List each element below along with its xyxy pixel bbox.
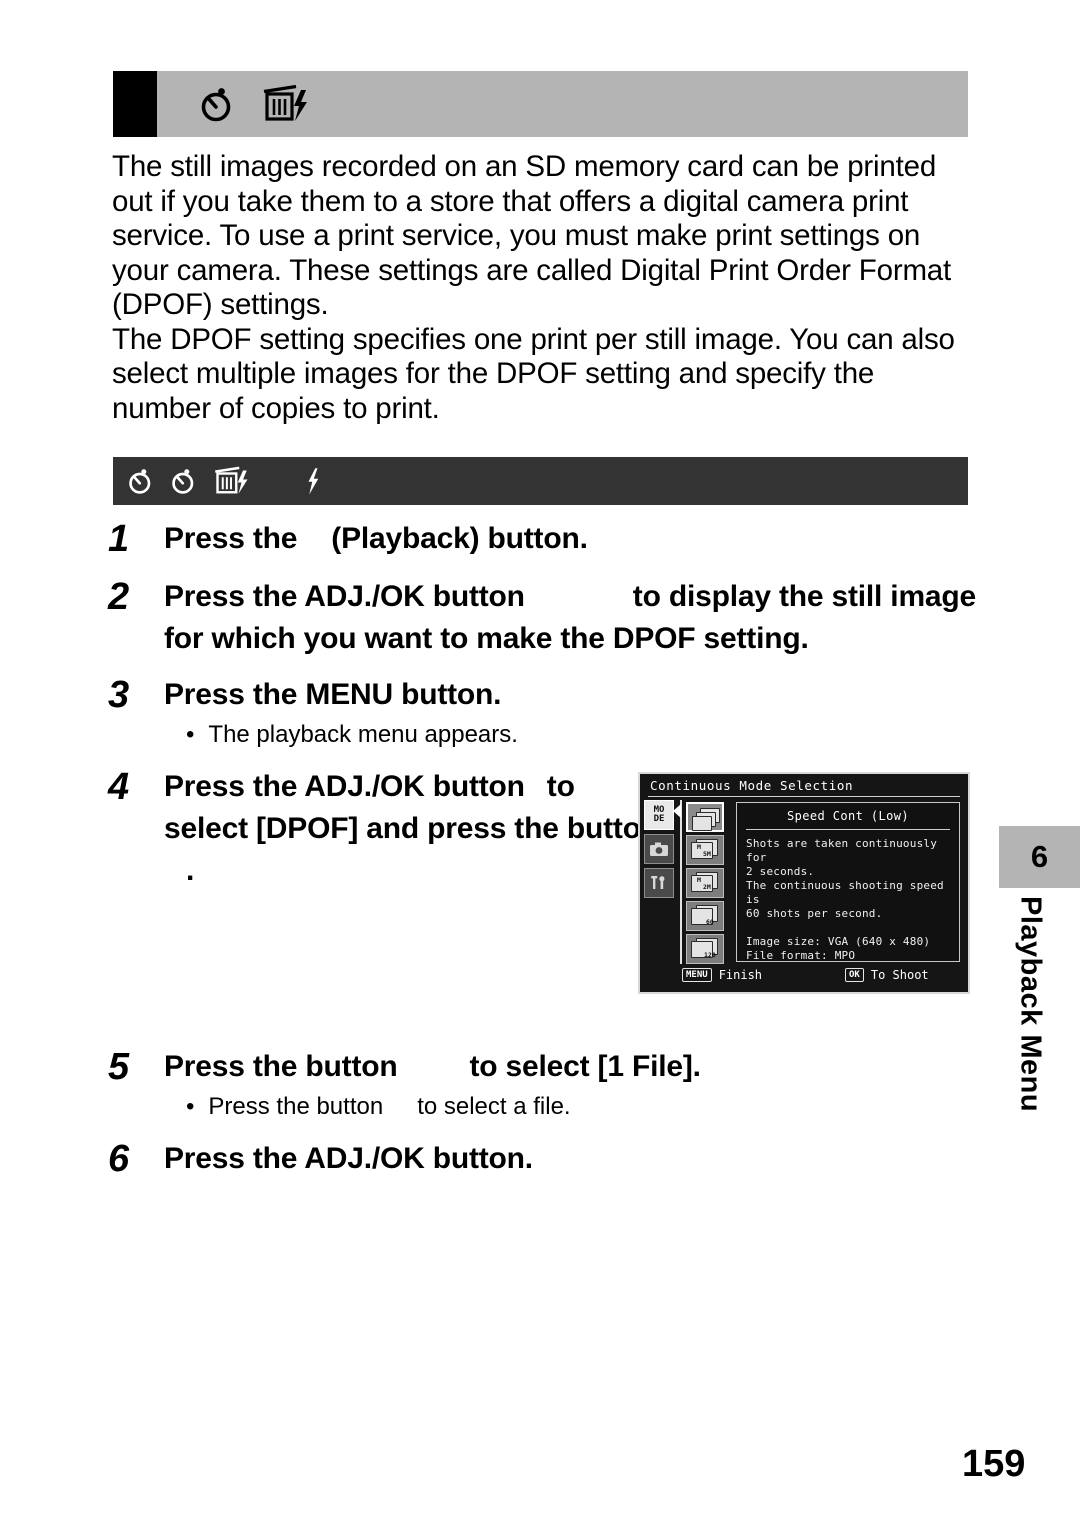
step-text-before: Press the ADJ./OK button — [164, 580, 525, 613]
lcd-tab-setup[interactable] — [644, 868, 674, 898]
lcd-detail-divider — [746, 829, 950, 830]
step-text: Press the button to select [1 File]. — [164, 1044, 704, 1088]
step-note-after: to select a file. — [417, 1093, 571, 1120]
lcd-detail-panel: Speed Cont (Low) Shots are taken continu… — [736, 802, 960, 962]
header-icon-group — [199, 71, 313, 137]
chapter-number-tab: 6 — [999, 826, 1080, 888]
lcd-mode-icon[interactable]: 60 — [686, 901, 724, 931]
tools-icon — [651, 876, 665, 889]
step-note: • Press the button to select a file. — [186, 1092, 988, 1122]
lcd-ok-toshoot-hint[interactable]: OK To Shoot — [845, 968, 929, 982]
intro-paragraph-1: The still images recorded on an SD memor… — [112, 150, 952, 321]
ok-key-label: To Shoot — [870, 968, 929, 982]
bullet-glyph: • — [186, 721, 195, 748]
step-text-after: (Playback) button. — [331, 522, 588, 555]
mode-corner-label: M — [697, 876, 701, 884]
step-text-before: Press the ADJ./OK button — [164, 770, 525, 803]
lcd-column-divider — [680, 800, 682, 964]
lcd-menu-finish-hint[interactable]: MENU Finish — [682, 968, 762, 982]
menu-key-label: Finish — [718, 968, 763, 982]
lcd-tab-mode-line2: DE — [653, 814, 665, 824]
lcd-detail-title: Speed Cont (Low) — [787, 809, 909, 823]
step-text: Press the (Playback) button. — [164, 516, 588, 560]
flash-icon — [308, 468, 319, 495]
step-item: 2 Press the ADJ./OK button to display the… — [108, 574, 988, 660]
trash-flash-icon — [215, 466, 248, 494]
step-note-before: Press the button — [208, 1093, 384, 1120]
mode-size-label: 2M — [703, 883, 711, 891]
step-note-text: The playback menu appears. — [208, 721, 518, 748]
ok-key-badge: OK — [845, 968, 864, 982]
step-text: Press the ADJ./OK button to display the s… — [164, 574, 988, 660]
lcd-mode-icon[interactable]: M 2M — [686, 868, 724, 898]
self-timer-icon — [129, 469, 151, 494]
step-text: Press the ADJ./OK button. — [164, 1142, 533, 1175]
intro-text-block: The still images recorded on an SD memor… — [112, 150, 974, 426]
procedure-header-bar — [113, 457, 968, 505]
step-text: Press the MENU button. — [164, 678, 502, 711]
step-text: Press the ADJ./OK button to select [DPOF]… — [164, 764, 664, 892]
step-item: 1 Press the (Playback) button. — [108, 516, 988, 562]
lcd-bottom-bar: MENU Finish OK To Shoot — [640, 966, 968, 988]
mode-size-label: 60 — [706, 918, 714, 926]
intro-paragraph-2: The DPOF setting specifies one print per… — [112, 322, 955, 425]
lcd-tab-shooting[interactable] — [644, 834, 674, 864]
camera-lcd-screenshot: Continuous Mode Selection MO DE M 5M M 2… — [638, 772, 970, 994]
step-note-text: Press the button to select a file. — [208, 1092, 570, 1122]
chapter-label-vertical: Playback Menu — [999, 896, 1061, 1146]
lcd-tab-mode-label: MO DE — [653, 805, 665, 825]
step-item: 5 Press the button to select [1 File]. — [108, 1044, 988, 1090]
sheet-front-icon — [692, 816, 712, 831]
lcd-detail-body: Shots are taken continuously for 2 secon… — [746, 837, 944, 962]
self-timer-icon — [201, 88, 231, 122]
step-number: 1 — [108, 518, 130, 560]
lcd-mode-icon-list: M 5M M 2M 60 120 — [686, 802, 728, 967]
step-number: 3 — [108, 674, 130, 716]
step-text-before: Press the button — [164, 1050, 398, 1083]
lcd-title-divider — [648, 796, 960, 797]
self-timer-icon — [172, 469, 194, 494]
trash-flash-icon — [263, 84, 307, 121]
page-number: 159 — [962, 1443, 1026, 1485]
lcd-mode-icon[interactable]: M 5M — [686, 835, 724, 865]
section-header-bar — [113, 71, 968, 137]
lcd-mode-icon[interactable] — [686, 802, 724, 832]
step-item: 6 Press the ADJ./OK button. — [108, 1136, 988, 1182]
lcd-tab-mode[interactable]: MO DE — [644, 800, 674, 830]
lcd-screen-title: Continuous Mode Selection — [650, 778, 854, 793]
chapter-number: 6 — [1030, 839, 1049, 874]
step-text-after: to select [1 File]. — [469, 1050, 701, 1083]
step-number: 2 — [108, 576, 130, 618]
mode-size-label: 5M — [703, 850, 711, 858]
chapter-label-text: Playback Menu — [1014, 896, 1047, 1113]
mode-size-label: 120 — [704, 951, 716, 959]
step-number: 4 — [108, 766, 130, 808]
menu-key-badge: MENU — [682, 968, 712, 982]
step-note: • The playback menu appears. — [186, 720, 988, 750]
lcd-selection-caret-icon — [673, 804, 681, 818]
lcd-mode-icon[interactable]: 120 — [686, 934, 724, 964]
mode-corner-label: M — [697, 843, 701, 851]
step-item: 3 Press the MENU button. — [108, 672, 988, 718]
bullet-glyph: • — [186, 1093, 195, 1120]
step-text-before: Press the — [164, 522, 298, 555]
step-number: 6 — [108, 1138, 130, 1180]
camera-icon — [650, 842, 668, 856]
header-black-tab — [113, 71, 157, 137]
step-text-after3: . — [186, 854, 195, 887]
step-number: 5 — [108, 1046, 130, 1088]
